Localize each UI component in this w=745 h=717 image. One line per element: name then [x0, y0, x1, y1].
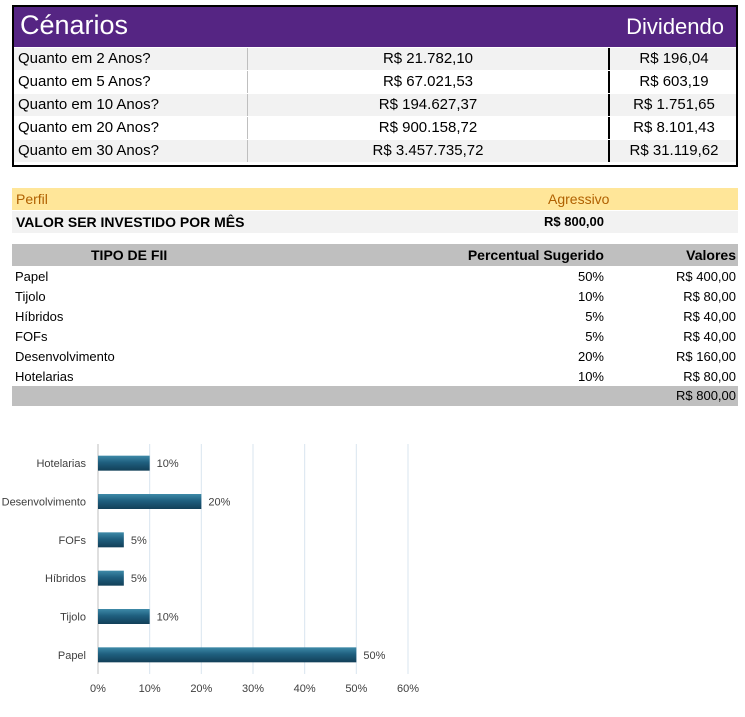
cenarios-table: Cénarios Dividendo Quanto em 2 Anos? R$ …	[12, 5, 738, 167]
fii-percentual: 10%	[577, 289, 604, 304]
cenario-dividendo: R$ 196,04	[608, 48, 738, 70]
cenario-valor: R$ 900.158,72	[247, 117, 608, 139]
fii-percentual: 20%	[577, 349, 604, 364]
fii-valor: R$ 160,00	[676, 349, 736, 364]
fii-tipo: Desenvolvimento	[15, 349, 115, 364]
data-label: 5%	[131, 535, 147, 547]
header-valores: Valores	[686, 247, 736, 263]
cenario-row[interactable]: Quanto em 30 Anos? R$ 3.457.735,72 R$ 31…	[14, 139, 736, 162]
fii-valor: R$ 80,00	[683, 369, 736, 384]
cenario-row[interactable]: Quanto em 20 Anos? R$ 900.158,72 R$ 8.10…	[14, 116, 736, 139]
bar-híbridos[interactable]	[98, 570, 124, 586]
x-tick-label: 40%	[294, 683, 316, 695]
header-percentual: Percentual Sugerido	[467, 247, 604, 263]
fii-valor: R$ 40,00	[683, 309, 736, 324]
cenario-label: Quanto em 2 Anos?	[18, 50, 151, 67]
cenarios-header: Cénarios Dividendo	[14, 7, 736, 47]
cenario-valor: R$ 3.457.735,72	[247, 140, 608, 162]
cenario-valor: R$ 21.782,10	[247, 48, 608, 70]
cenario-valor: R$ 194.627,37	[247, 94, 608, 116]
fii-row[interactable]: Tijolo 10% R$ 80,00	[12, 287, 738, 307]
x-tick-label: 60%	[397, 683, 419, 695]
data-label: 10%	[157, 458, 179, 470]
fii-valor: R$ 40,00	[683, 329, 736, 344]
data-label: 10%	[157, 612, 179, 624]
cenario-row[interactable]: Quanto em 2 Anos? R$ 21.782,10 R$ 196,04	[14, 47, 736, 70]
cenario-dividendo: R$ 1.751,65	[608, 94, 738, 116]
fii-tipo: Papel	[15, 269, 49, 284]
bar-fofs[interactable]	[98, 532, 124, 548]
fii-row[interactable]: Hotelarias 10% R$ 80,00	[12, 367, 738, 387]
cenario-dividendo: R$ 8.101,43	[608, 117, 738, 139]
data-label: 50%	[363, 650, 385, 662]
fii-row[interactable]: Híbridos 5% R$ 40,00	[12, 307, 738, 327]
fii-percentual: 50%	[577, 269, 604, 284]
fii-percentual: 5%	[585, 309, 604, 324]
fii-valor: R$ 80,00	[683, 289, 736, 304]
category-label: Tijolo	[60, 612, 86, 624]
dividendo-header: Dividendo	[626, 14, 724, 39]
perfil-label: Perfil	[16, 191, 48, 207]
cenario-dividendo: R$ 603,19	[608, 71, 738, 93]
fii-total-row[interactable]: R$ 800,00	[12, 386, 738, 406]
category-label: Híbridos	[45, 573, 86, 585]
valor-investido-row[interactable]: VALOR SER INVESTIDO POR MÊS R$ 800,00	[12, 211, 738, 233]
perfil-value[interactable]: Agressivo	[548, 191, 609, 207]
fii-tipo: Hotelarias	[15, 369, 74, 384]
category-label: Hotelarias	[36, 458, 86, 470]
cenario-label: Quanto em 30 Anos?	[18, 142, 159, 159]
data-label: 5%	[131, 573, 147, 585]
cenario-label: Quanto em 20 Anos?	[18, 119, 159, 136]
valor-investido-label: VALOR SER INVESTIDO POR MÊS	[16, 214, 245, 230]
fii-bar-chart[interactable]: 0% 10% 20% 30% 40% 50% 60% Hotelarias 10% Desenvo…	[0, 430, 430, 710]
fii-valor: R$ 400,00	[676, 269, 736, 284]
fii-row[interactable]: FOFs 5% R$ 40,00	[12, 327, 738, 347]
x-tick-label: 0%	[90, 683, 106, 695]
x-tick-label: 20%	[190, 683, 212, 695]
category-label: Papel	[58, 650, 86, 662]
perfil-row[interactable]: Perfil Agressivo	[12, 188, 738, 210]
fii-percentual: 5%	[585, 329, 604, 344]
bar-desenvolvimento[interactable]	[98, 494, 202, 509]
cenario-valor: R$ 67.021,53	[247, 71, 608, 93]
cenario-label: Quanto em 5 Anos?	[18, 73, 151, 90]
fii-percentual: 10%	[577, 369, 604, 384]
cenario-row[interactable]: Quanto em 5 Anos? R$ 67.021,53 R$ 603,19	[14, 70, 736, 93]
header-tipo-fii: TIPO DE FII	[91, 247, 168, 263]
bar-papel[interactable]	[98, 647, 357, 663]
x-tick-label: 10%	[139, 683, 161, 695]
data-label: 20%	[208, 497, 230, 509]
fii-row[interactable]: Papel 50% R$ 400,00	[12, 267, 738, 287]
x-tick-label: 50%	[345, 683, 367, 695]
bar-hotelarias[interactable]	[98, 455, 150, 471]
fii-table-header: TIPO DE FII Percentual Sugerido Valores	[12, 244, 738, 266]
fii-total-value: R$ 800,00	[676, 388, 736, 403]
fii-tipo: Híbridos	[15, 309, 64, 324]
cenarios-title: Cénarios	[20, 10, 129, 40]
cenario-row[interactable]: Quanto em 10 Anos? R$ 194.627,37 R$ 1.75…	[14, 93, 736, 116]
cenario-label: Quanto em 10 Anos?	[18, 96, 159, 113]
valor-investido-value[interactable]: R$ 800,00	[512, 214, 604, 229]
fii-tipo: Tijolo	[15, 289, 46, 304]
x-tick-label: 30%	[242, 683, 264, 695]
category-label: FOFs	[59, 535, 87, 547]
fii-row[interactable]: Desenvolvimento 20% R$ 160,00	[12, 347, 738, 367]
category-label: Desenvolvimento	[2, 497, 86, 509]
bar-tijolo[interactable]	[98, 609, 150, 624]
cenario-dividendo: R$ 31.119,62	[608, 140, 738, 162]
fii-tipo: FOFs	[15, 329, 48, 344]
